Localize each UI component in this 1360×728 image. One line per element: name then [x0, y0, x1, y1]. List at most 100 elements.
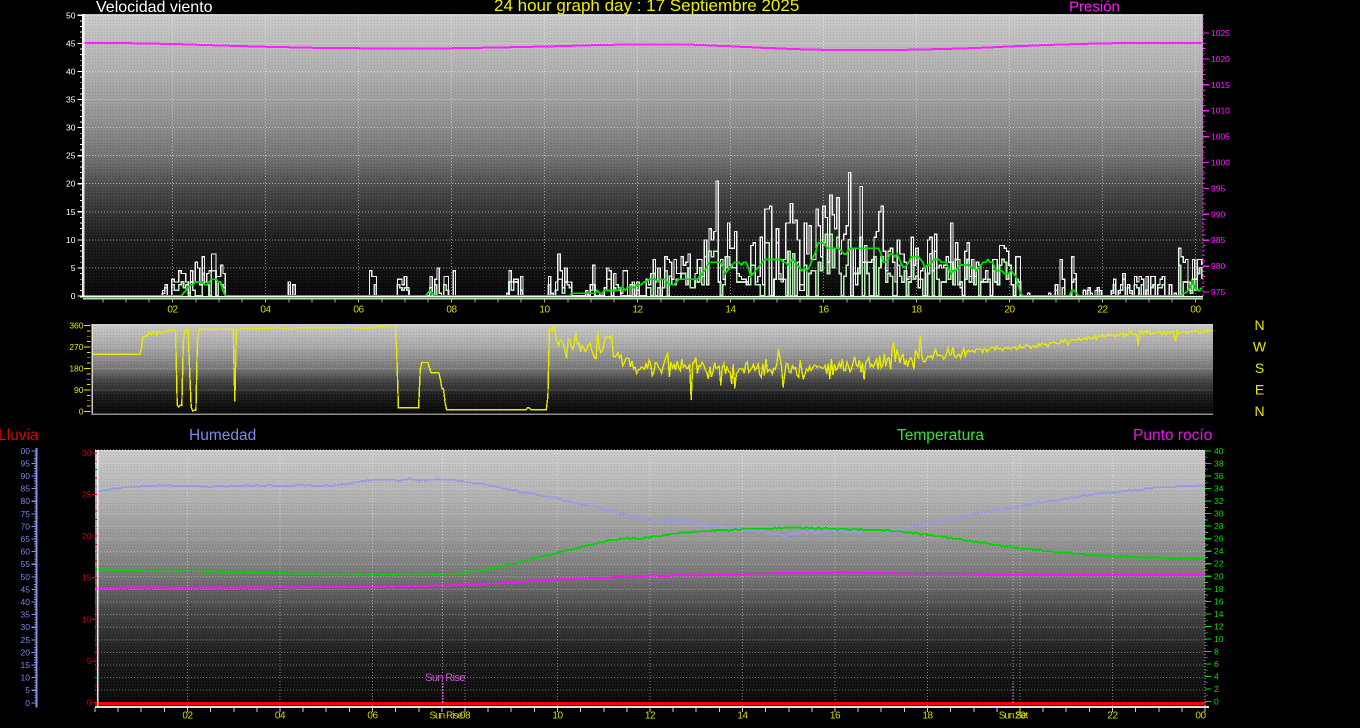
svg-text:Punto rocío: Punto rocío: [1133, 427, 1212, 444]
svg-text:5: 5: [87, 656, 92, 666]
svg-text:70: 70: [21, 521, 31, 531]
svg-text:50: 50: [66, 10, 76, 20]
svg-text:10: 10: [1214, 634, 1224, 644]
svg-text:80: 80: [21, 496, 31, 506]
svg-text:10: 10: [82, 614, 92, 624]
svg-text:08: 08: [446, 305, 457, 316]
svg-text:95: 95: [21, 458, 31, 468]
svg-text:Humedad: Humedad: [189, 427, 256, 444]
svg-text:980: 980: [1211, 261, 1225, 271]
svg-text:22: 22: [1214, 559, 1224, 569]
svg-text:8: 8: [1214, 646, 1219, 656]
svg-text:995: 995: [1211, 183, 1225, 193]
svg-text:35: 35: [66, 95, 76, 105]
svg-text:22: 22: [1107, 711, 1118, 722]
svg-text:975: 975: [1211, 287, 1225, 297]
svg-text:985: 985: [1211, 235, 1225, 245]
svg-text:1010: 1010: [1211, 106, 1230, 116]
svg-text:0: 0: [87, 698, 92, 708]
svg-text:90: 90: [74, 385, 84, 395]
svg-text:04: 04: [260, 305, 271, 316]
svg-text:1005: 1005: [1211, 132, 1230, 142]
svg-text:10: 10: [21, 673, 31, 683]
svg-text:12: 12: [632, 305, 643, 316]
svg-text:45: 45: [66, 38, 76, 48]
svg-text:1015: 1015: [1211, 80, 1230, 90]
svg-text:65: 65: [21, 534, 31, 544]
svg-text:15: 15: [66, 207, 76, 217]
svg-text:990: 990: [1211, 209, 1225, 219]
svg-text:2: 2: [1214, 684, 1219, 694]
svg-text:26: 26: [1214, 534, 1224, 544]
svg-text:28: 28: [1214, 521, 1224, 531]
svg-text:N: N: [1254, 403, 1264, 419]
svg-text:40: 40: [66, 66, 76, 76]
svg-text:22: 22: [1097, 305, 1108, 316]
svg-text:24: 24: [1214, 546, 1224, 556]
svg-text:14: 14: [737, 711, 748, 722]
svg-text:20: 20: [1015, 711, 1026, 722]
svg-text:25: 25: [66, 151, 76, 161]
svg-text:90: 90: [21, 471, 31, 481]
svg-text:12: 12: [645, 711, 656, 722]
svg-text:10: 10: [539, 305, 550, 316]
svg-text:40: 40: [21, 597, 31, 607]
svg-text:00: 00: [21, 446, 31, 456]
svg-text:30: 30: [82, 448, 92, 458]
svg-text:02: 02: [182, 711, 193, 722]
svg-text:45: 45: [21, 584, 31, 594]
svg-text:1000: 1000: [1211, 158, 1230, 168]
svg-text:16: 16: [830, 711, 841, 722]
svg-text:06: 06: [353, 305, 364, 316]
svg-text:180: 180: [69, 364, 83, 374]
svg-text:Velocidad viento: Velocidad viento: [96, 0, 213, 16]
svg-text:20: 20: [82, 531, 92, 541]
svg-text:85: 85: [21, 484, 31, 494]
svg-text:20: 20: [1004, 305, 1015, 316]
svg-text:10: 10: [66, 235, 76, 245]
svg-text:5: 5: [25, 685, 30, 695]
svg-text:0: 0: [79, 407, 84, 417]
svg-text:16: 16: [1214, 596, 1224, 606]
svg-text:18: 18: [1214, 584, 1224, 594]
svg-text:E: E: [1255, 382, 1264, 398]
svg-text:0: 0: [1214, 697, 1219, 707]
svg-text:5: 5: [71, 263, 76, 273]
svg-text:12: 12: [1214, 621, 1224, 631]
svg-text:32: 32: [1214, 496, 1224, 506]
svg-text:24 hour graph day : 17 Septiem: 24 hour graph day : 17 Septiembre 2025: [494, 0, 799, 15]
svg-text:30: 30: [1214, 509, 1224, 519]
svg-text:20: 20: [66, 179, 76, 189]
svg-text:38: 38: [1214, 459, 1224, 469]
svg-text:25: 25: [82, 490, 92, 500]
svg-text:360: 360: [69, 321, 83, 331]
svg-text:S: S: [1255, 360, 1264, 376]
svg-text:Sun Rise: Sun Rise: [425, 672, 465, 684]
svg-text:35: 35: [21, 610, 31, 620]
svg-text:50: 50: [21, 572, 31, 582]
svg-text:1020: 1020: [1211, 54, 1230, 64]
svg-text:15: 15: [21, 660, 31, 670]
svg-text:02: 02: [167, 305, 178, 316]
svg-text:16: 16: [818, 305, 829, 316]
svg-text:1025: 1025: [1211, 28, 1230, 38]
svg-text:20: 20: [1214, 571, 1224, 581]
svg-text:N: N: [1254, 317, 1264, 333]
svg-text:00: 00: [1190, 305, 1201, 316]
svg-text:10: 10: [552, 711, 563, 722]
svg-text:55: 55: [21, 559, 31, 569]
svg-text:00: 00: [1195, 711, 1206, 722]
svg-text:0: 0: [25, 698, 30, 708]
svg-text:30: 30: [21, 622, 31, 632]
svg-text:30: 30: [66, 123, 76, 133]
svg-text:Lluvia: Lluvia: [0, 427, 39, 444]
svg-text:W: W: [1253, 339, 1267, 355]
svg-text:20: 20: [21, 647, 31, 657]
svg-text:04: 04: [275, 711, 286, 722]
svg-text:75: 75: [21, 509, 31, 519]
svg-text:0: 0: [71, 291, 76, 301]
svg-text:270: 270: [69, 342, 83, 352]
svg-text:25: 25: [21, 635, 31, 645]
svg-text:4: 4: [1214, 671, 1219, 681]
svg-text:36: 36: [1214, 471, 1224, 481]
